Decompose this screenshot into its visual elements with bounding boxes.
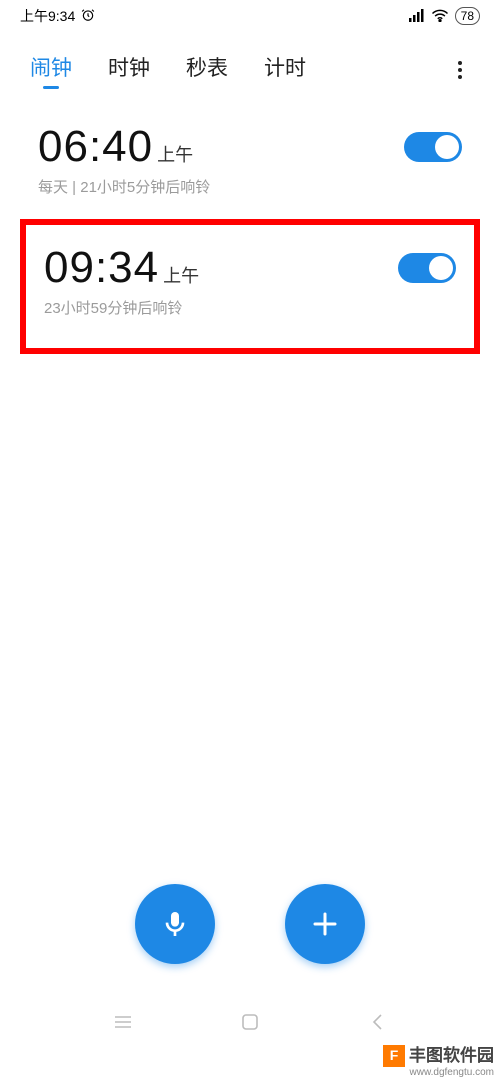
nav-home-button[interactable] xyxy=(238,1010,262,1034)
alarm-status-icon xyxy=(81,8,95,25)
highlight-annotation: 09:34 上午 23小时59分钟后响铃 xyxy=(20,219,480,354)
voice-fab-button[interactable] xyxy=(135,884,215,964)
battery-indicator: 78 xyxy=(455,7,480,25)
alarm-item[interactable]: 09:34 上午 23小时59分钟后响铃 xyxy=(26,225,474,348)
alarm-ampm: 上午 xyxy=(157,141,193,167)
status-time: 上午9:34 xyxy=(20,6,75,26)
signal-icon xyxy=(409,8,425,25)
watermark-logo-icon: F xyxy=(383,1045,405,1067)
tab-timer[interactable]: 计时 xyxy=(264,52,306,88)
alarm-toggle[interactable] xyxy=(398,253,456,283)
microphone-icon xyxy=(159,908,191,940)
nav-recents-button[interactable] xyxy=(111,1010,135,1034)
alarm-time: 09:34 xyxy=(44,243,159,293)
watermark: F 丰图软件园 www.dgfengtu.com xyxy=(383,1045,494,1078)
nav-back-button[interactable] xyxy=(365,1010,389,1034)
status-bar: 上午9:34 78 xyxy=(0,0,500,32)
alarm-time: 06:40 xyxy=(38,122,153,172)
tab-clock[interactable]: 时钟 xyxy=(108,52,150,88)
alarm-item[interactable]: 06:40 上午 每天 | 21小时5分钟后响铃 xyxy=(0,98,500,219)
alarm-subtitle: 23小时59分钟后响铃 xyxy=(44,297,456,318)
watermark-text: 丰图软件园 xyxy=(409,1047,494,1066)
watermark-url: www.dgfengtu.com xyxy=(383,1067,494,1078)
plus-icon xyxy=(310,909,340,939)
wifi-icon xyxy=(431,8,449,25)
more-menu-button[interactable] xyxy=(450,58,470,82)
tab-bar: 闹钟 时钟 秒表 计时 xyxy=(0,32,500,98)
system-nav-bar xyxy=(0,1000,500,1044)
alarm-subtitle: 每天 | 21小时5分钟后响铃 xyxy=(38,176,462,197)
tab-alarm[interactable]: 闹钟 xyxy=(30,52,72,88)
tab-stopwatch[interactable]: 秒表 xyxy=(186,52,228,88)
fab-row xyxy=(0,884,500,964)
add-alarm-fab-button[interactable] xyxy=(285,884,365,964)
alarm-ampm: 上午 xyxy=(163,262,199,288)
alarm-toggle[interactable] xyxy=(404,132,462,162)
